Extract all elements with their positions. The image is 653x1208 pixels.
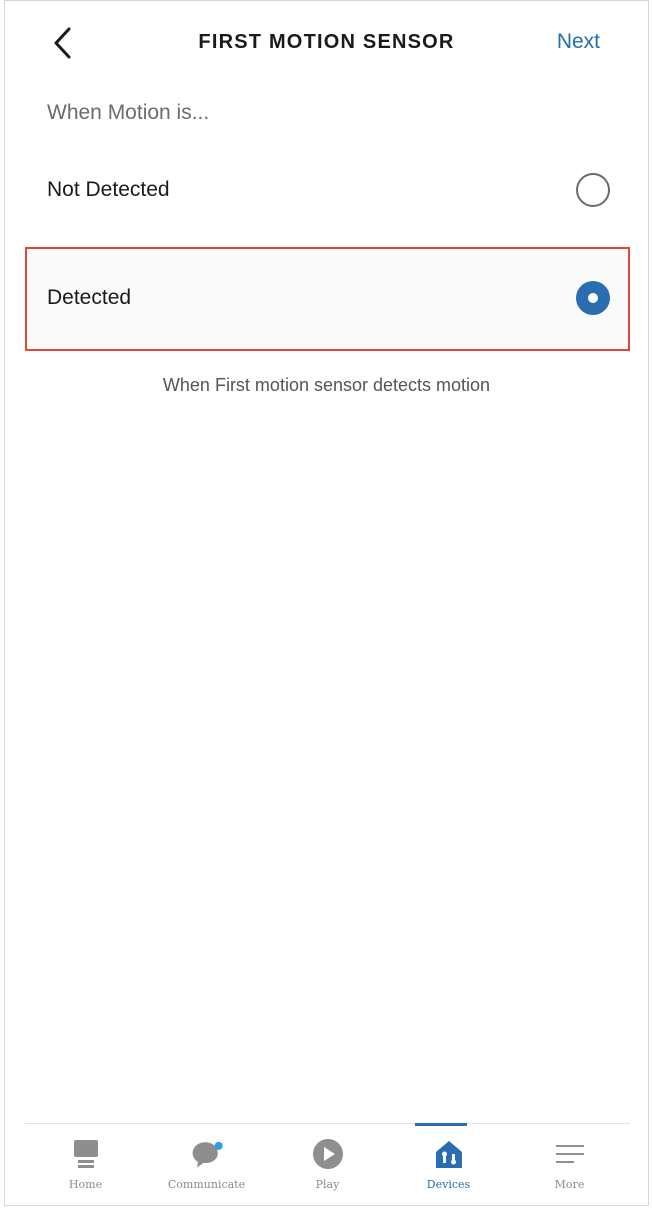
play-icon <box>310 1136 346 1172</box>
home-icon <box>68 1136 104 1172</box>
radio-unselected-icon[interactable] <box>576 173 610 207</box>
option-label: Not Detected <box>47 178 170 201</box>
header: FIRST MOTION SENSOR Next <box>5 1 648 85</box>
screen-frame: FIRST MOTION SENSOR Next When Motion is.… <box>4 0 649 1206</box>
tab-home[interactable]: Home <box>28 1124 144 1206</box>
radio-dot <box>588 293 598 303</box>
tab-label: Play <box>315 1178 340 1191</box>
chat-bubble-icon <box>189 1136 225 1172</box>
next-button[interactable]: Next <box>557 30 600 54</box>
tab-label: Home <box>68 1178 103 1191</box>
tab-more[interactable]: More <box>512 1124 628 1206</box>
devices-icon <box>431 1136 467 1172</box>
tab-devices[interactable]: Devices <box>391 1123 507 1206</box>
helper-text: When First motion sensor detects motion <box>162 375 491 395</box>
tab-label: Communicate <box>167 1178 246 1191</box>
option-label: Detected <box>47 286 132 309</box>
tab-play[interactable]: Play <box>270 1124 386 1206</box>
tab-communicate[interactable]: Communicate <box>149 1124 265 1206</box>
tab-label: More <box>554 1178 585 1191</box>
option-detected[interactable]: Detected <box>25 245 630 351</box>
section-subheading: When Motion is... <box>47 101 210 124</box>
tab-label: Devices <box>426 1178 471 1191</box>
radio-selected-icon[interactable] <box>576 281 610 315</box>
menu-icon <box>552 1136 588 1172</box>
page-title: FIRST MOTION SENSOR <box>198 31 455 53</box>
option-not-detected[interactable]: Not Detected <box>25 151 630 229</box>
bottom-tab-bar: Home Communicate Play Devices More <box>25 1123 630 1206</box>
